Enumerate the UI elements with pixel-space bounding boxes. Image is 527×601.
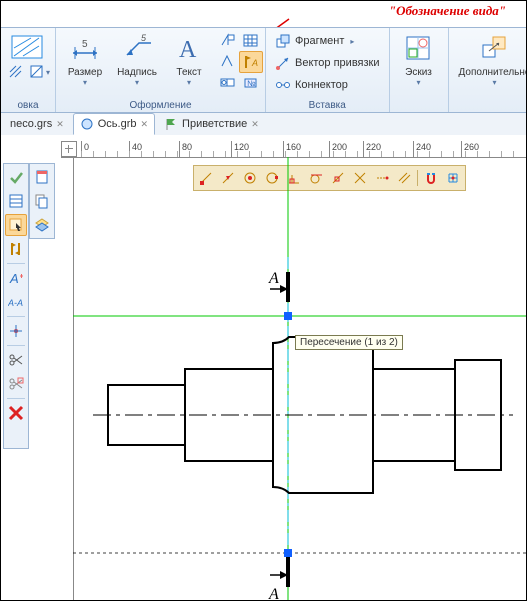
group-sketch: Эскиз ▾ <box>390 28 449 112</box>
sketch-button[interactable]: Эскиз ▾ <box>394 30 444 92</box>
format-small-grid: A № <box>216 30 261 92</box>
svg-text:A: A <box>251 58 258 68</box>
close-icon[interactable]: ✕ <box>251 119 259 130</box>
properties-icon[interactable] <box>5 190 27 212</box>
select-icon[interactable] <box>5 214 27 236</box>
workspace: 0 40 80 120 160 200 220 240 260 A A-A <box>1 135 526 600</box>
tolerance-btn[interactable] <box>216 72 240 94</box>
svg-text:5: 5 <box>141 33 147 43</box>
group-hatch: ▾ овка <box>1 28 56 112</box>
section-mark-top: А <box>268 270 288 302</box>
cancel-icon[interactable] <box>5 402 27 424</box>
node-icon[interactable] <box>5 320 27 342</box>
connector-button[interactable]: Коннектор <box>270 74 385 96</box>
doc-tab-3[interactable]: Приветствие ✕ <box>157 113 266 135</box>
section-mark-bottom: А <box>268 557 288 600</box>
flag-icon <box>164 117 178 131</box>
dimension-button[interactable]: 5 Размер ▾ <box>60 30 110 92</box>
snap-tooltip: Пересечение (1 из 2) <box>295 335 403 350</box>
doc-tab-2[interactable]: Ось.grb ✕ <box>73 113 155 135</box>
hatch-opt2[interactable]: ▾ <box>29 62 51 82</box>
page-icon[interactable] <box>31 166 53 188</box>
note-button[interactable]: 5 Надпись ▾ <box>112 30 162 92</box>
vector-button[interactable]: Вектор привязки <box>270 52 385 74</box>
callout-label: "Обозначение вида" <box>389 3 506 19</box>
section-letter-bottom: А <box>268 586 279 600</box>
view-designation-button[interactable]: A <box>239 51 263 73</box>
roughness-btn[interactable] <box>216 51 240 73</box>
section-letter-top: А <box>268 270 279 287</box>
svg-text:№: № <box>247 79 256 88</box>
horizontal-ruler[interactable]: 0 40 80 120 160 200 220 240 260 <box>61 141 526 158</box>
drawing-canvas[interactable]: А А Пересечение (1 из 2) <box>73 157 526 600</box>
letter-a-icon[interactable]: A <box>5 267 27 289</box>
scissors1-icon[interactable] <box>5 349 27 371</box>
close-icon[interactable]: ✕ <box>141 119 149 130</box>
svg-text:A: A <box>9 271 19 286</box>
text-button[interactable]: A Текст ▾ <box>164 30 214 92</box>
datum-btn[interactable] <box>216 30 240 52</box>
document-tabs: neco.grs ✕ Ось.grb ✕ Приветствие ✕ <box>1 113 526 136</box>
view-toolbar <box>29 163 55 239</box>
extra-button[interactable]: Дополнительно ▾ <box>453 30 527 92</box>
layers-icon[interactable] <box>31 214 53 236</box>
doc-tab-1[interactable]: neco.grs ✕ <box>3 113 71 135</box>
hatch-opt1[interactable] <box>5 62 27 82</box>
group-extra: Дополнительно ▾ <box>449 28 527 112</box>
symbol-btn[interactable]: № <box>239 72 263 94</box>
scissors2-icon[interactable] <box>5 373 27 395</box>
ok-icon[interactable] <box>5 166 27 188</box>
double-a-icon[interactable]: A-A <box>5 291 27 313</box>
section-mode-icon[interactable] <box>5 238 27 260</box>
ribbon: ▾ овка 5 Размер ▾ 5 Надпись ▾ A <box>1 27 526 113</box>
svg-text:5: 5 <box>82 39 88 50</box>
ruler-origin[interactable] <box>61 141 77 157</box>
close-icon[interactable]: ✕ <box>56 119 64 130</box>
svg-text:A-A: A-A <box>8 298 23 308</box>
automenu-toolbar: A A-A <box>3 163 29 449</box>
hatch-label: овка <box>5 98 51 112</box>
doc-icon <box>80 117 94 131</box>
fragment-button[interactable]: Фрагмент▸ <box>270 30 385 52</box>
svg-text:A: A <box>179 37 197 63</box>
page2-icon[interactable] <box>31 190 53 212</box>
group-insert: Фрагмент▸ Вектор привязки Коннектор Вста… <box>266 28 390 112</box>
hatch-icon[interactable] <box>11 30 45 60</box>
table-btn[interactable] <box>239 30 263 52</box>
group-format: 5 Размер ▾ 5 Надпись ▾ A Текст ▾ <box>56 28 266 112</box>
